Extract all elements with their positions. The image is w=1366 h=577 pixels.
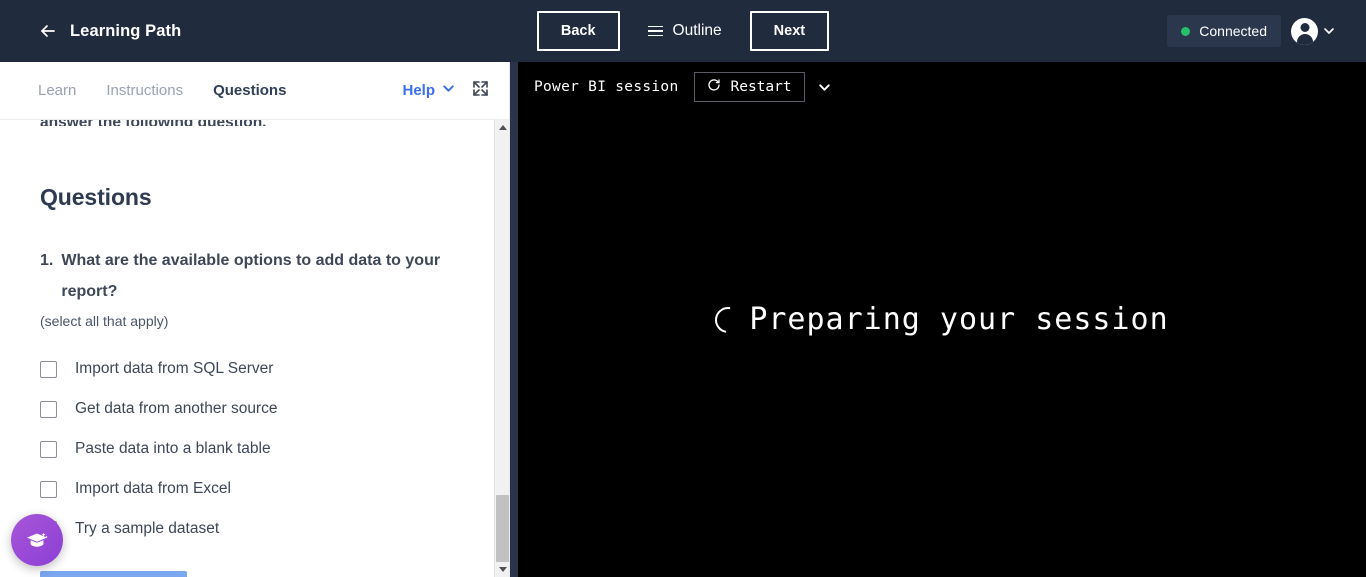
account-menu[interactable] [1291, 17, 1336, 45]
scroll-down-arrow-icon[interactable] [495, 562, 509, 577]
hamburger-icon [647, 25, 663, 37]
option-label: Import data from Excel [75, 480, 231, 498]
questions-heading: Questions [40, 184, 152, 210]
submit-answer-button[interactable]: Submit Answer [40, 571, 188, 577]
option-get-data-another-source[interactable]: Get data from another source [40, 389, 469, 429]
header-left: Learning Path [0, 21, 500, 41]
session-status-text: Preparing your session [749, 302, 1169, 337]
tab-questions[interactable]: Questions [213, 82, 286, 99]
option-label: Try a sample dataset [75, 520, 220, 538]
tab-bar: Learn Instructions Questions Help [0, 62, 509, 120]
checkbox-icon[interactable] [40, 480, 57, 498]
tab-bar-actions: Help [402, 80, 489, 102]
arrow-left-icon[interactable] [38, 21, 58, 41]
tab-learn[interactable]: Learn [38, 82, 76, 99]
status-dot-icon [1181, 26, 1191, 36]
panel-scrollbar[interactable] [494, 120, 509, 577]
option-import-excel[interactable]: Import data from Excel [40, 469, 469, 509]
checkbox-icon[interactable] [40, 360, 57, 378]
question-1: 1. What are the available options to add… [40, 245, 469, 307]
clipped-intro-text: answer the following question. [40, 120, 469, 126]
option-try-sample-dataset[interactable]: Try a sample dataset [40, 509, 469, 549]
connection-status-badge[interactable]: Connected [1167, 15, 1281, 47]
user-avatar-icon [1291, 17, 1318, 45]
questions-content: answer the following question. Questions… [0, 120, 509, 577]
loading-spinner-icon [710, 301, 747, 338]
chevron-down-icon [1322, 24, 1336, 38]
option-paste-blank-table[interactable]: Paste data into a blank table [40, 429, 469, 469]
tab-instructions[interactable]: Instructions [106, 82, 183, 99]
panel-scroll-body: answer the following question. Questions… [0, 120, 509, 577]
help-menu[interactable]: Help [402, 81, 456, 100]
app-root: Learning Path Back Outline Next Connecte… [0, 0, 1366, 577]
connection-status-label: Connected [1199, 23, 1267, 39]
back-button[interactable]: Back [536, 11, 620, 51]
option-label: Import data from SQL Server [75, 360, 274, 378]
checkbox-icon[interactable] [40, 400, 57, 418]
scrollbar-thumb[interactable] [496, 495, 509, 565]
outline-label: Outline [672, 22, 722, 39]
question-text: What are the available options to add da… [61, 252, 441, 301]
option-import-sql-server[interactable]: Import data from SQL Server [40, 349, 469, 389]
answer-options: Import data from SQL Server Get data fro… [40, 349, 469, 549]
question-hint: (select all that apply) [40, 313, 169, 330]
option-label: Paste data into a blank table [75, 440, 271, 458]
session-status: Preparing your session [518, 62, 1366, 577]
page-title: Learning Path [70, 21, 182, 40]
question-number: 1. [40, 252, 54, 269]
graduation-cap-icon[interactable] [11, 514, 63, 566]
pane-divider [510, 62, 518, 577]
session-pane: Power BI session Restart Preparing your … [518, 62, 1366, 577]
chevron-down-icon [441, 81, 456, 100]
checkbox-icon[interactable] [40, 440, 57, 458]
header-right: Connected [1167, 0, 1336, 62]
outline-button[interactable]: Outline [647, 11, 722, 51]
left-content-panel: Learn Instructions Questions Help Questi… [0, 62, 510, 577]
scroll-up-arrow-icon[interactable] [495, 120, 509, 135]
help-label: Help [402, 82, 435, 99]
option-label: Get data from another source [75, 400, 278, 418]
top-header: Learning Path Back Outline Next Connecte… [0, 0, 1366, 62]
next-button[interactable]: Next [749, 11, 830, 51]
fullscreen-expand-icon[interactable] [472, 80, 489, 102]
